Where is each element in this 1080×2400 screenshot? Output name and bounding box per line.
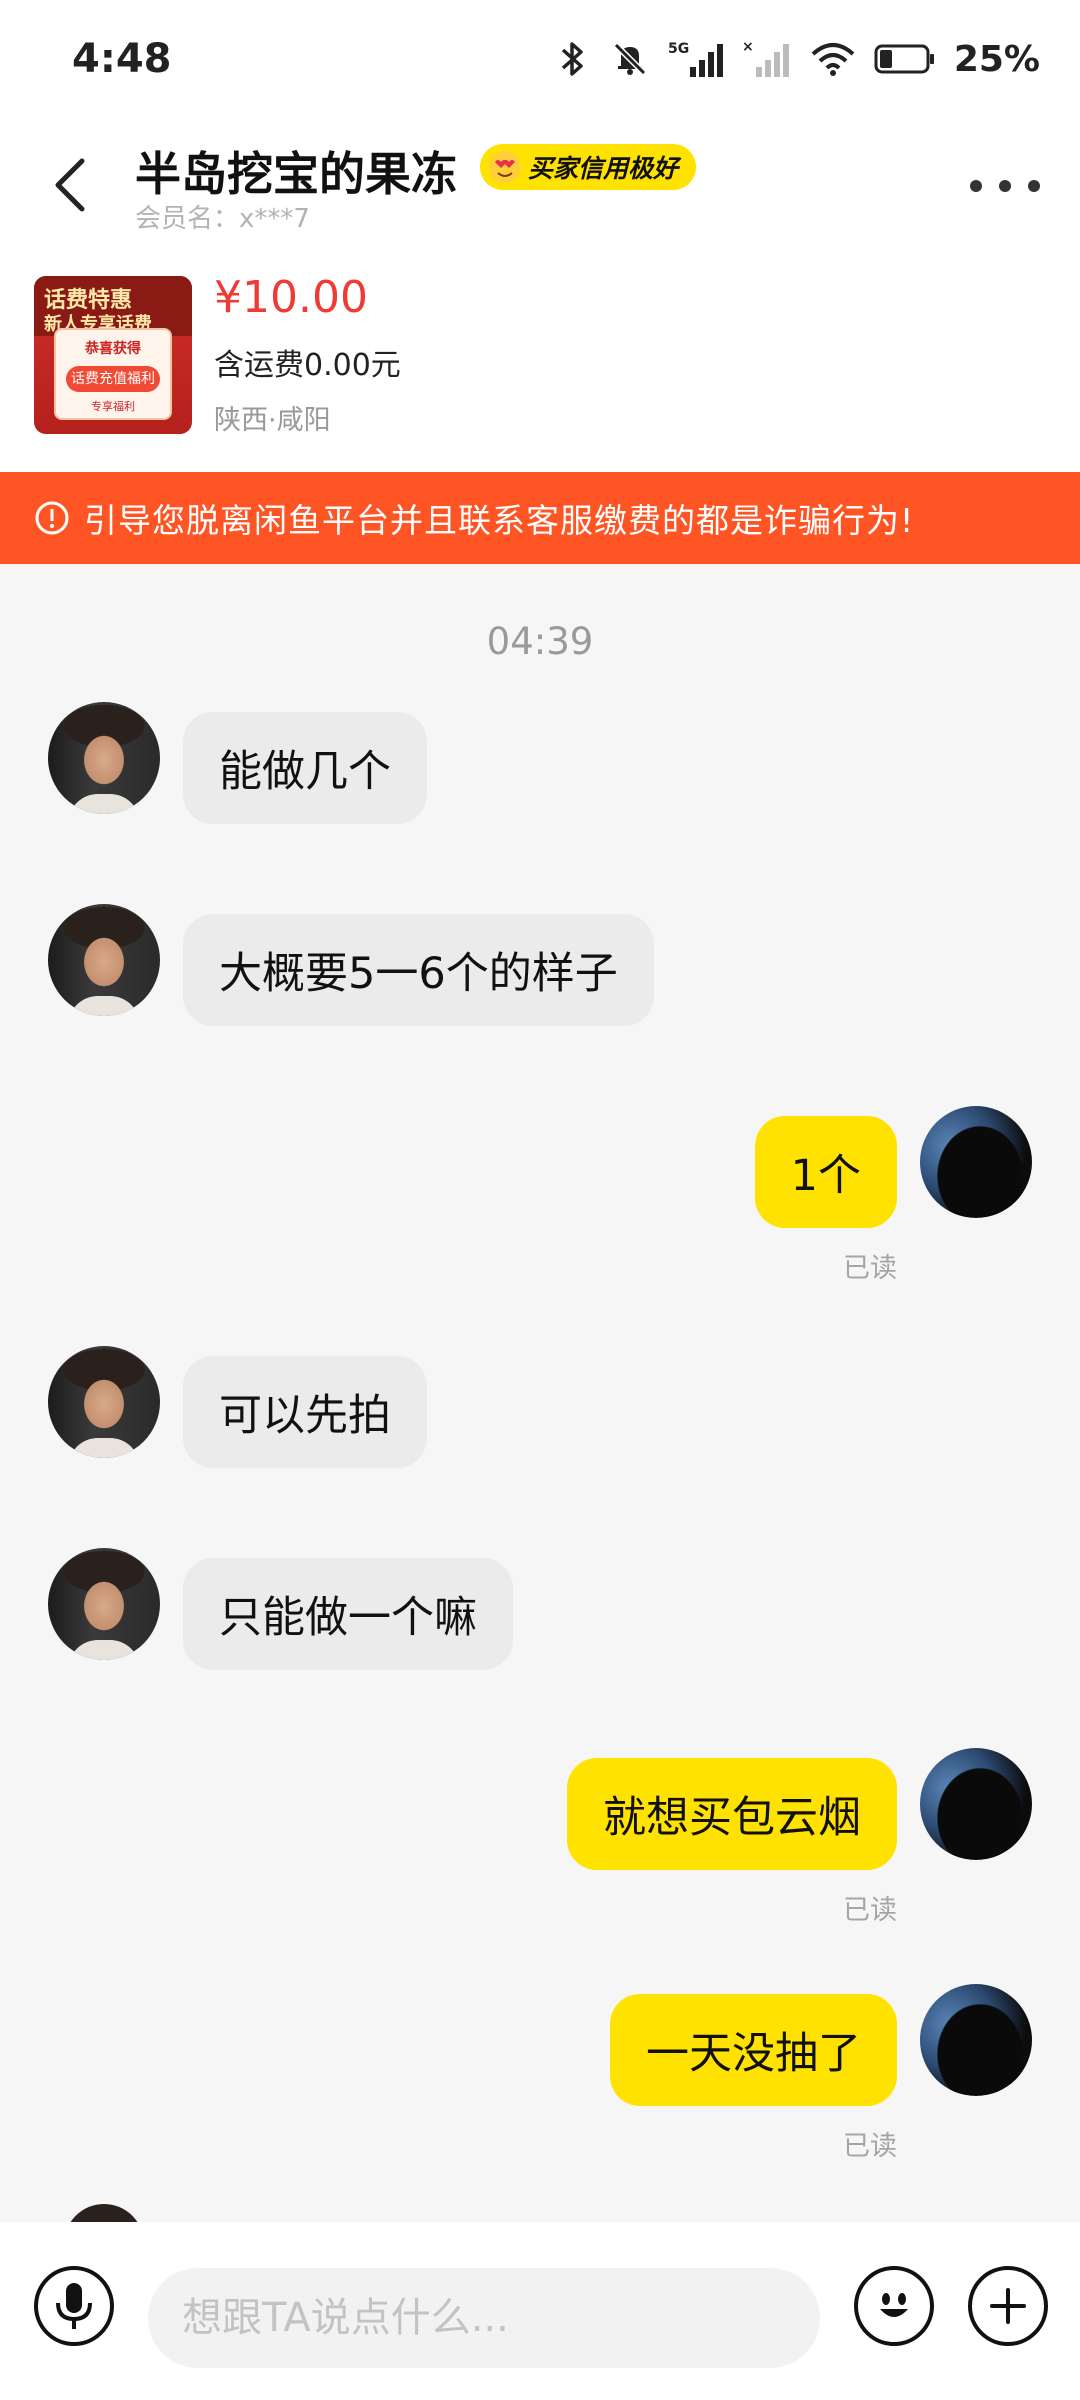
message-bubble-incoming[interactable]: 能做几个 (183, 712, 427, 824)
chevron-left-icon (55, 158, 85, 212)
read-status: 已读 (843, 1253, 897, 1284)
add-attachment-button[interactable] (968, 2266, 1048, 2346)
thumb-card-button: 话费充值福利 (66, 366, 160, 392)
contact-avatar[interactable] (48, 702, 160, 814)
product-location: 陕西·咸阳 (214, 405, 331, 436)
back-button[interactable] (40, 150, 100, 220)
emoji-button[interactable] (854, 2266, 934, 2346)
mute-bell-icon (610, 39, 650, 79)
heart-eyes-emoji-icon (489, 151, 521, 183)
message-bubble-outgoing[interactable]: 就想买包云烟 (567, 1758, 897, 1870)
credit-badge-label: 买家信用极好 (528, 154, 679, 183)
dot-icon (970, 180, 982, 192)
message-bubble-outgoing[interactable]: 一天没抽了 (610, 1994, 897, 2106)
thumb-coupon-card: 恭喜获得 话费充值福利 专享福利 (54, 328, 172, 420)
battery-icon (874, 39, 936, 79)
fraud-warning-banner: 引导您脱离闲鱼平台并且联系客服缴费的都是诈骗行为! (0, 472, 1080, 564)
signal-no-sim-icon: × (742, 39, 792, 79)
dot-icon (999, 180, 1011, 192)
wifi-icon (810, 39, 856, 79)
voice-input-button[interactable] (34, 2266, 114, 2346)
contact-avatar[interactable] (48, 904, 160, 1016)
member-name: 会员名：x***7 (135, 204, 310, 234)
signal-5g-icon: 5G (668, 39, 724, 79)
bluetooth-icon (552, 39, 592, 79)
more-options-button[interactable] (970, 166, 1040, 206)
thumb-card-bottom: 专享福利 (91, 400, 135, 413)
product-shipping: 含运费0.00元 (214, 348, 401, 383)
plus-icon (990, 2288, 1026, 2324)
message-bubble-incoming[interactable]: 大概要5一6个的样子 (183, 914, 654, 1026)
svg-text:5G: 5G (668, 41, 689, 57)
contact-avatar[interactable] (48, 1548, 160, 1660)
thumb-card-top: 恭喜获得 (85, 341, 141, 357)
message-input[interactable] (148, 2268, 820, 2368)
svg-text:×: × (742, 39, 754, 55)
chat-timestamp: 04:39 (486, 620, 594, 663)
chat-header: 半岛挖宝的果冻 买家信用极好 会员名：x***7 (0, 120, 1080, 250)
credit-badge[interactable]: 买家信用极好 (480, 144, 697, 190)
contact-avatar-partial (64, 2204, 144, 2222)
product-card[interactable]: 话费特惠 新人专享话费 恭喜获得 话费充值福利 专享福利 ¥10.00 含运费0… (0, 250, 1080, 472)
user-avatar[interactable] (920, 1984, 1032, 2096)
read-status: 已读 (843, 2131, 897, 2162)
read-status: 已读 (843, 1895, 897, 1926)
thumb-banner: 话费特惠 新人专享话费 (34, 276, 192, 336)
message-bubble-incoming[interactable]: 可以先拍 (183, 1356, 427, 1468)
product-thumbnail[interactable]: 话费特惠 新人专享话费 恭喜获得 话费充值福利 专享福利 (34, 276, 192, 434)
message-input-bar (0, 2222, 1080, 2400)
user-avatar[interactable] (920, 1748, 1032, 1860)
status-bar: 4:48 5G × 25% (0, 0, 1080, 120)
status-time: 4:48 (72, 36, 172, 82)
product-price: ¥10.00 (214, 272, 368, 323)
warning-text: 引导您脱离闲鱼平台并且联系客服缴费的都是诈骗行为! (84, 501, 915, 540)
message-bubble-incoming[interactable]: 只能做一个嘛 (183, 1558, 513, 1670)
message-bubble-outgoing[interactable]: 1个 (754, 1116, 897, 1228)
battery-percent: 25% (953, 38, 1040, 80)
dot-icon (1028, 180, 1040, 192)
warning-circle-icon (35, 501, 69, 535)
microphone-icon (56, 2283, 92, 2329)
smiley-face-icon (880, 2293, 908, 2317)
contact-name: 半岛挖宝的果冻 (135, 147, 457, 201)
chat-area[interactable]: 04:39 能做几个 大概要5一6个的样子 1个 已读 可以先拍 只能做一个嘛 … (0, 564, 1080, 2222)
user-avatar[interactable] (920, 1106, 1032, 1218)
status-icons: 5G × 25% (552, 34, 1040, 84)
contact-avatar[interactable] (48, 1346, 160, 1458)
